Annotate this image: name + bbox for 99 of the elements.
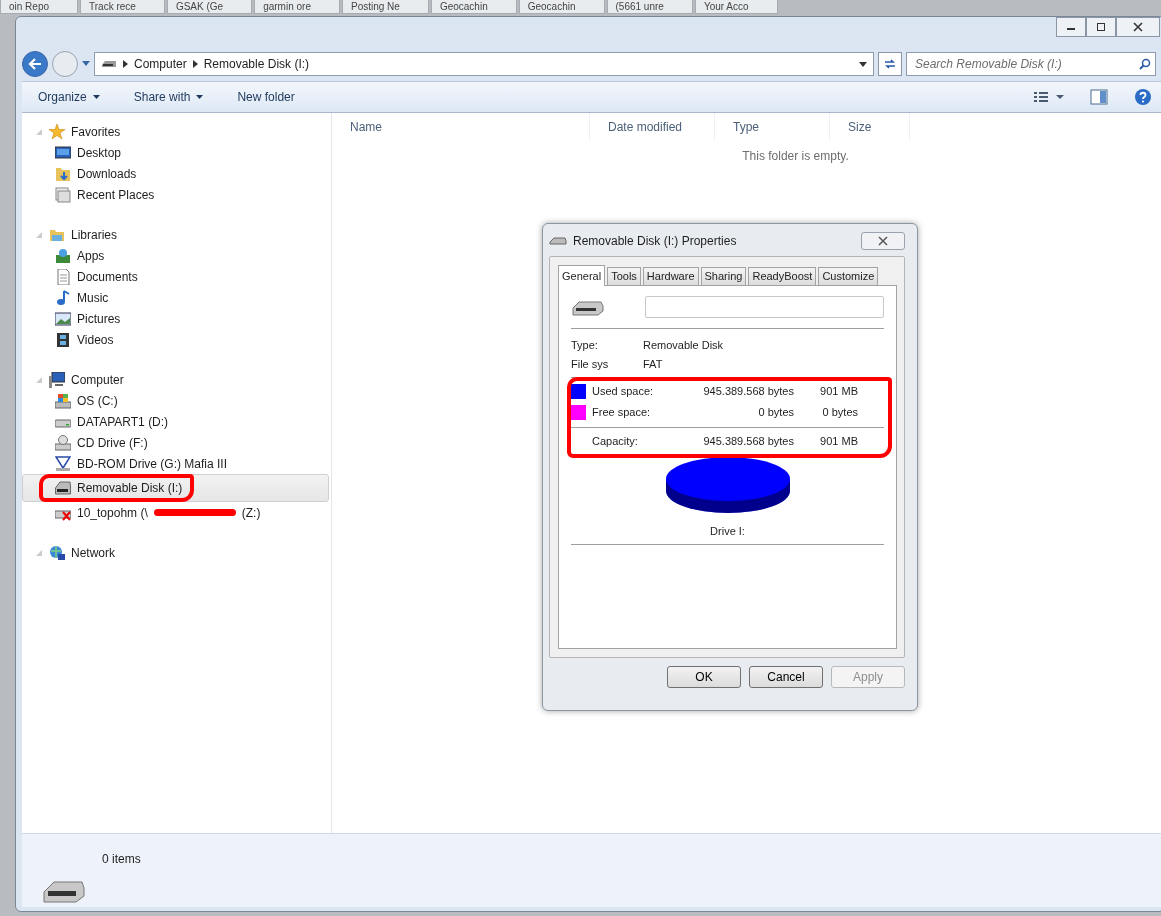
browser-tab[interactable]: oin Repo <box>0 0 79 14</box>
breadcrumb[interactable]: Computer <box>134 55 187 73</box>
nav-item[interactable]: Computer <box>22 369 331 390</box>
nav-item[interactable]: DATAPART1 (D:) <box>22 411 331 432</box>
empty-folder-message: This folder is empty. <box>741 148 850 165</box>
type-label: Type: <box>571 338 599 354</box>
document-icon <box>55 268 71 285</box>
nav-item[interactable]: Favorites <box>22 121 331 142</box>
nav-item[interactable]: Pictures <box>22 308 331 329</box>
search-icon <box>1139 58 1151 70</box>
breadcrumb-arrow-icon[interactable] <box>192 60 198 68</box>
drive-name-field[interactable] <box>645 296 884 318</box>
search-field[interactable]: Search Removable Disk (I:) <box>906 52 1156 76</box>
dropdown-arrow-icon[interactable] <box>859 61 867 67</box>
breadcrumb-arrow-icon[interactable] <box>123 60 128 68</box>
browser-tab[interactable]: (5661 unre <box>606 0 693 14</box>
network-icon <box>49 544 65 561</box>
nav-item[interactable]: Libraries <box>22 224 331 245</box>
drive-label: Drive I: <box>710 525 745 537</box>
browser-tab[interactable]: Your Acco <box>694 0 778 14</box>
nav-item[interactable]: 10_topohm (\ (Z:) <box>22 502 331 523</box>
folder-icon <box>55 165 71 182</box>
dialog-button[interactable]: Cancel <box>749 666 823 688</box>
dialog-tab[interactable]: ReadyBoost <box>748 267 817 285</box>
nav-item[interactable]: Removable Disk (I:) <box>22 474 329 502</box>
column-header[interactable]: Date modified <box>590 113 715 141</box>
dialog-tab[interactable]: Tools <box>607 267 641 285</box>
nav-item[interactable]: Apps <box>22 245 331 266</box>
byte-count: 945.389.568 bytes <box>702 384 794 400</box>
browser-tab[interactable]: Geocachin <box>518 0 605 14</box>
dialog-button[interactable]: OK <box>667 666 741 688</box>
file-system-value: FAT <box>643 357 663 373</box>
column-header[interactable]: Type <box>715 113 830 141</box>
item-count: 0 items <box>102 851 141 868</box>
dialog-tab[interactable]: General <box>558 265 606 286</box>
breadcrumb[interactable]: Removable Disk (I:) <box>203 55 310 73</box>
picture-icon <box>55 310 71 327</box>
type-value: Removable Disk <box>643 338 724 354</box>
browser-tab[interactable]: Geocachin <box>430 0 517 14</box>
nav-item[interactable]: BD-ROM Drive (G:) Mafia III <box>22 453 331 474</box>
byte-count: 945.389.568 bytes <box>702 434 794 450</box>
cd-drive-icon <box>55 434 71 451</box>
disc-drive-icon <box>55 455 71 472</box>
nav-item[interactable]: Videos <box>22 329 331 350</box>
back-button[interactable] <box>22 51 48 77</box>
space-label: Free space: <box>592 405 652 421</box>
apps-icon <box>55 247 71 264</box>
nav-item[interactable]: Downloads <box>22 163 331 184</box>
minimize-button[interactable] <box>1056 17 1086 37</box>
usb-drive-icon <box>55 480 71 496</box>
music-note-icon <box>55 289 71 306</box>
space-label: Used space: <box>592 384 655 400</box>
nav-item[interactable]: CD Drive (F:) <box>22 432 331 453</box>
maximize-icon <box>1096 22 1106 32</box>
desktop-icon <box>55 144 71 161</box>
back-arrow-icon <box>28 58 42 70</box>
dialog-tab[interactable]: Customize <box>818 267 879 285</box>
usb-drive-icon <box>101 60 117 68</box>
close-icon <box>878 236 888 246</box>
column-header[interactable]: Name <box>332 113 590 141</box>
file-system-label: File sys <box>571 357 610 373</box>
close-icon <box>1133 22 1143 32</box>
refresh-icon <box>883 58 897 70</box>
usb-drive-icon <box>549 236 567 246</box>
dialog-tab[interactable]: Hardware <box>642 267 699 285</box>
size-value: 0 bytes <box>821 405 858 421</box>
maximize-button[interactable] <box>1086 17 1116 37</box>
star-icon <box>49 123 65 140</box>
browser-tab[interactable]: GSAK (Ge <box>166 0 253 14</box>
column-header[interactable]: Size <box>830 113 910 141</box>
close-button[interactable] <box>861 232 905 250</box>
browser-tab[interactable]: garmin ore <box>254 0 340 14</box>
usb-drive-icon <box>571 298 605 316</box>
computer-icon <box>49 371 65 388</box>
size-value: 901 MB <box>819 384 858 400</box>
view-options-icon[interactable] <box>1034 91 1064 103</box>
nav-item[interactable]: Recent Places <box>22 184 331 205</box>
browser-tab[interactable]: Track rece <box>80 0 165 14</box>
dialog-title: Removable Disk (I:) Properties <box>573 233 737 250</box>
film-icon <box>55 331 71 348</box>
space-label: Capacity: <box>592 434 639 450</box>
nav-item[interactable]: Desktop <box>22 142 331 163</box>
browser-tab[interactable]: Posting Ne <box>341 0 429 14</box>
nav-item[interactable]: Network <box>22 542 331 563</box>
toolbar-button[interactable]: Organize <box>34 86 104 108</box>
byte-count: 0 bytes <box>757 405 794 421</box>
toolbar-button[interactable]: New folder <box>233 86 299 108</box>
refresh-button[interactable] <box>878 52 902 76</box>
dialog-tab[interactable]: Sharing <box>700 267 747 285</box>
address-bar[interactable]: Computer Removable Disk (I:) <box>94 52 874 76</box>
drive-icon <box>55 392 71 409</box>
size-value: 901 MB <box>819 434 858 450</box>
nav-item[interactable]: Documents <box>22 266 331 287</box>
preview-pane-icon[interactable] <box>1090 89 1108 105</box>
help-icon[interactable] <box>1134 88 1152 106</box>
nav-item[interactable]: Music <box>22 287 331 308</box>
toolbar-button[interactable]: Share with <box>129 86 208 108</box>
window-stack-icon <box>55 186 71 203</box>
nav-item[interactable]: OS (C:) <box>22 390 331 411</box>
